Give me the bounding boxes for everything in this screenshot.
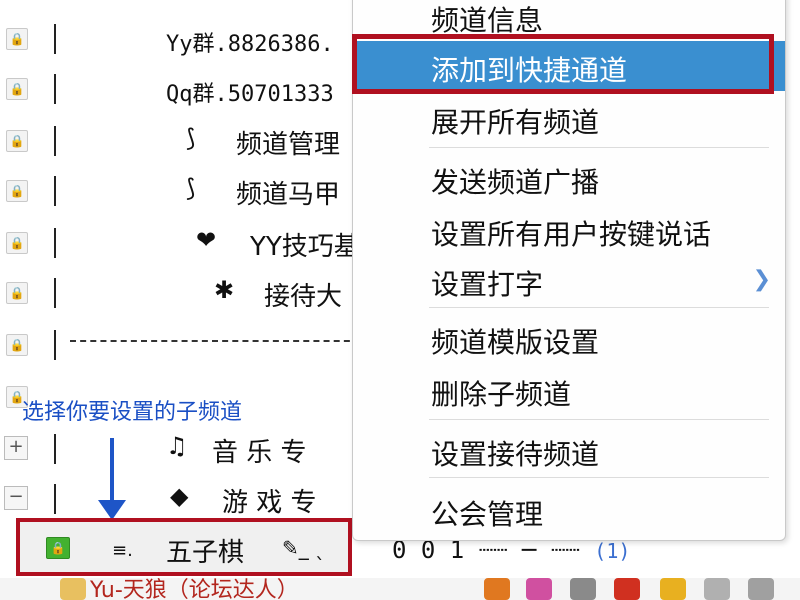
annotation-highlight-box <box>352 34 774 94</box>
tree-line <box>54 434 56 464</box>
channel-row[interactable]: 🔒 Yy群.8826386. <box>0 14 360 66</box>
more-icon <box>748 578 774 600</box>
arrow-down-icon <box>98 500 126 520</box>
menu-item-delete-subchannel[interactable]: 删除子频道 <box>353 365 785 415</box>
pen-icon: ✎_ ˎ <box>282 536 326 560</box>
moon-icon <box>526 578 552 600</box>
menu-item-typing-settings[interactable]: 设置打字 ❯ <box>353 255 785 305</box>
channel-name: 五子棋 <box>166 538 245 568</box>
emoji-icon <box>660 578 686 600</box>
channel-name: YY技巧基 <box>250 232 360 262</box>
menu-item-push-to-talk[interactable]: 设置所有用户按键说话 <box>353 205 785 255</box>
channel-name: Yy群.8826386. <box>166 32 334 57</box>
tree-marker: ≡. <box>112 540 133 561</box>
group-name: 音 乐 专 <box>212 438 307 468</box>
channel-row[interactable]: 🔒 Qq群.50701333 <box>0 64 360 116</box>
channel-icon: ⟆ <box>186 174 196 202</box>
lock-icon: 🔒 <box>6 78 28 100</box>
menu-separator <box>429 147 769 148</box>
collapse-icon[interactable]: − <box>4 486 28 510</box>
menu-item-template[interactable]: 频道模版设置 <box>353 313 785 363</box>
selected-channel-row[interactable]: 🔒 ≡. 五子棋 ✎_ ˎ <box>16 518 352 576</box>
lock-icon: 🔒 <box>6 180 28 202</box>
divider <box>70 340 360 342</box>
menu-item-label: 发送频道广播 <box>431 166 600 199</box>
expand-icon[interactable]: + <box>4 436 28 460</box>
tree-line <box>54 278 56 308</box>
heart-icon: ❤ <box>196 226 217 254</box>
tree-line <box>54 74 56 104</box>
tree-line <box>54 126 56 156</box>
menu-item-label: 设置接待频道 <box>431 438 600 471</box>
lock-icon: 🔒 <box>6 28 28 50</box>
menu-item-guild-management[interactable]: 公会管理 <box>353 485 785 535</box>
gift-icon <box>614 578 640 600</box>
diamond-icon: ◆ <box>170 482 189 510</box>
lock-icon: 🔒 <box>6 232 28 254</box>
menu-item-broadcast[interactable]: 发送频道广播 <box>353 153 785 203</box>
channel-row[interactable]: 🔒 ⟆ 频道马甲 <box>0 166 360 218</box>
tree-line <box>54 330 56 360</box>
menu-item-label: 设置打字 <box>431 268 544 301</box>
tree-line <box>54 176 56 206</box>
mail-icon <box>570 578 596 600</box>
channel-row[interactable]: 🔒 ❤ YY技巧基 <box>0 218 360 270</box>
menu-item-label: 频道模版设置 <box>431 326 600 359</box>
lock-icon: 🔒 <box>6 130 28 152</box>
channel-name: Qq群.50701333 <box>166 82 334 107</box>
menu-item-label: 公会管理 <box>431 498 544 531</box>
user-count: (1) <box>594 539 631 563</box>
annotation-arrow <box>110 438 114 508</box>
music-icon: ♫ <box>166 432 188 460</box>
menu-separator <box>429 477 769 478</box>
channel-name: 接待大 <box>264 282 343 312</box>
tree-line <box>54 484 56 514</box>
menu-separator <box>429 419 769 420</box>
status-strip: Yu-天狼（论坛达人） <box>0 578 800 600</box>
green-lock-icon: 🔒 <box>46 537 70 559</box>
avatar-icon <box>60 578 86 600</box>
channel-row[interactable]: 🔒 <box>0 320 360 372</box>
tool-icon <box>704 578 730 600</box>
menu-item-label: 展开所有频道 <box>431 106 600 139</box>
lock-icon: 🔒 <box>6 282 28 304</box>
status-user: Yu-天狼（论坛达人） <box>90 578 299 600</box>
channel-row[interactable]: 🔒 ✱ 接待大 <box>0 268 360 320</box>
badge-icon <box>484 578 510 600</box>
menu-item-label: 设置所有用户按键说话 <box>431 218 712 251</box>
lock-icon: 🔒 <box>6 334 28 356</box>
menu-item-label: 删除子频道 <box>431 378 572 411</box>
channel-row[interactable]: 🔒 ⟆ 频道管理 <box>0 116 360 168</box>
tree-line <box>54 228 56 258</box>
group-row-music[interactable]: + ♫ 音 乐 专 <box>0 424 360 476</box>
channel-name: 频道马甲 <box>236 180 341 210</box>
group-name: 游 戏 专 <box>222 488 317 518</box>
tree-line <box>54 24 56 54</box>
chevron-right-icon: ❯ <box>752 267 771 292</box>
channel-name: 频道管理 <box>236 130 341 160</box>
menu-item-expand-all[interactable]: 展开所有频道 <box>353 93 785 143</box>
star-icon: ✱ <box>214 276 235 304</box>
channel-icon: ⟆ <box>186 124 196 152</box>
annotation-hint: 选择你要设置的子频道 <box>22 400 243 425</box>
menu-item-reception-channel[interactable]: 设置接待频道 <box>353 425 785 475</box>
menu-separator <box>429 307 769 308</box>
